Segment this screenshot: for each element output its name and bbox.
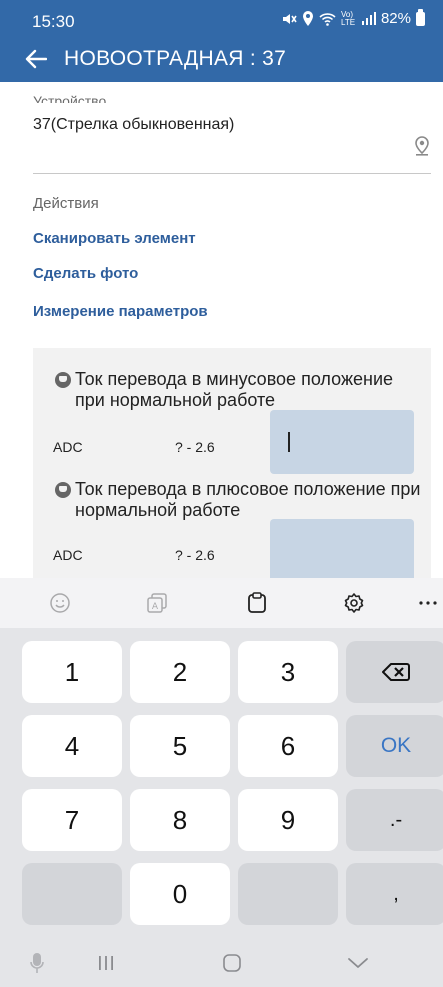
battery-percent: 82% bbox=[380, 10, 411, 27]
back-button[interactable] bbox=[20, 44, 52, 74]
key-0[interactable]: 0 bbox=[130, 863, 230, 925]
network-type: Vo) LTE bbox=[340, 9, 356, 27]
location-icon bbox=[302, 11, 313, 26]
text-cursor bbox=[288, 432, 290, 452]
parameter-value-input[interactable] bbox=[270, 519, 414, 578]
info-icon bbox=[55, 482, 71, 498]
parameter-unit: ADC bbox=[53, 547, 83, 563]
ok-key[interactable]: OK bbox=[346, 715, 443, 777]
svg-text:A: A bbox=[152, 602, 159, 612]
battery-icon bbox=[416, 8, 425, 26]
key-1[interactable]: 1 bbox=[22, 641, 122, 703]
status-bar: 15:30 Vo) LTE 82% bbox=[0, 0, 443, 40]
recent-apps-icon[interactable] bbox=[95, 952, 117, 974]
empty-key bbox=[238, 863, 338, 925]
actions-label: Действия bbox=[33, 195, 99, 212]
keyboard-toolbar: A bbox=[0, 578, 443, 628]
wifi-icon bbox=[319, 12, 336, 26]
arrow-left-icon bbox=[25, 49, 47, 69]
key-3[interactable]: 3 bbox=[238, 641, 338, 703]
hide-keyboard-icon[interactable] bbox=[347, 952, 369, 974]
keyboard-keys: 1 2 3 4 5 6 OK 7 8 9 .- 0 , bbox=[0, 628, 443, 938]
clipboard-icon[interactable] bbox=[245, 591, 269, 615]
status-icons: Vo) LTE 82% bbox=[281, 8, 425, 27]
signal-icon bbox=[361, 12, 376, 25]
info-icon bbox=[55, 372, 71, 388]
device-label: Устройство bbox=[33, 94, 107, 103]
settings-icon[interactable] bbox=[342, 591, 366, 615]
numeric-keyboard: A 1 2 3 4 5 6 OK 7 8 9 .- 0 , bbox=[0, 578, 443, 987]
backspace-key[interactable] bbox=[346, 641, 443, 703]
device-divider bbox=[33, 173, 431, 174]
sticker-icon[interactable]: A bbox=[145, 591, 169, 615]
parameter-range: ? - 2.6 bbox=[175, 547, 215, 563]
key-5[interactable]: 5 bbox=[130, 715, 230, 777]
parameter-value-input[interactable] bbox=[270, 410, 414, 474]
page-title: НОВООТРАДНАЯ : 37 bbox=[64, 47, 287, 70]
key-6[interactable]: 6 bbox=[238, 715, 338, 777]
empty-key bbox=[22, 863, 122, 925]
key-7[interactable]: 7 bbox=[22, 789, 122, 851]
parameters-panel: Ток перевода в минусовое положение при н… bbox=[33, 348, 431, 578]
navigation-bar bbox=[0, 938, 443, 987]
backspace-icon bbox=[382, 663, 410, 681]
key-2[interactable]: 2 bbox=[130, 641, 230, 703]
key-9[interactable]: 9 bbox=[238, 789, 338, 851]
measure-parameters-link[interactable]: Измерение параметров bbox=[33, 303, 208, 320]
mic-icon[interactable] bbox=[26, 952, 48, 974]
parameter-range: ? - 2.6 bbox=[175, 439, 215, 455]
main-content[interactable]: Устройство 37(Стрелка обыкновенная) Дейс… bbox=[0, 82, 443, 578]
take-photo-link[interactable]: Сделать фото bbox=[33, 265, 138, 282]
comma-key[interactable]: , bbox=[346, 863, 443, 925]
scan-element-link[interactable]: Сканировать элемент bbox=[33, 230, 196, 247]
parameter-title-text: Ток перевода в минусовое положение при н… bbox=[75, 369, 394, 410]
device-value: 37(Стрелка обыкновенная) bbox=[33, 116, 235, 133]
mute-icon bbox=[282, 13, 297, 24]
dot-minus-key[interactable]: .- bbox=[346, 789, 443, 851]
emoji-icon[interactable] bbox=[48, 591, 72, 615]
parameter-title: Ток перевода в плюсовое положение при но… bbox=[55, 479, 425, 521]
parameter-unit: ADC bbox=[53, 439, 83, 455]
app-header: 15:30 Vo) LTE 82% НОВООТРАДНАЯ : 37 bbox=[0, 0, 443, 82]
more-icon[interactable] bbox=[416, 591, 440, 615]
home-icon[interactable] bbox=[221, 952, 243, 974]
key-4[interactable]: 4 bbox=[22, 715, 122, 777]
status-time: 15:30 bbox=[32, 12, 75, 31]
parameter-title: Ток перевода в минусовое положение при н… bbox=[55, 369, 425, 411]
location-pin-icon[interactable] bbox=[414, 136, 430, 156]
parameter-title-text: Ток перевода в плюсовое положение при но… bbox=[75, 479, 421, 520]
key-8[interactable]: 8 bbox=[130, 789, 230, 851]
